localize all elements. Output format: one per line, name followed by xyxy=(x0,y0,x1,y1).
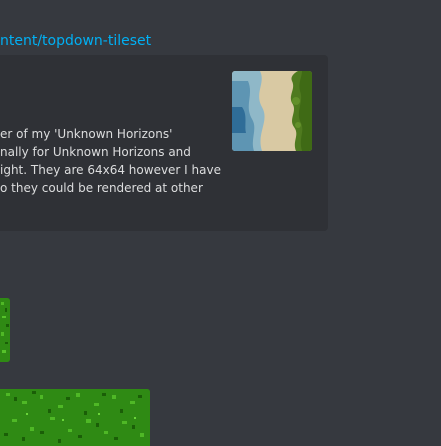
embed-description-line: nally for Unknown Horizons and xyxy=(0,145,191,159)
embed-description-line: o they could be rendered at other xyxy=(0,181,203,195)
embed-description-line: er of my 'Unknown Horizons' xyxy=(0,127,173,141)
grass-tile-image xyxy=(0,298,10,362)
grass-tile-preview xyxy=(0,298,10,362)
tileset-thumbnail-image xyxy=(232,71,312,151)
embed-description: er of my 'Unknown Horizons' nally for Un… xyxy=(0,125,228,197)
embed-description-line: ight. They are 64x64 however I have xyxy=(0,163,221,177)
embed-thumbnail[interactable] xyxy=(232,71,312,151)
grass-tile-large-image xyxy=(0,389,150,446)
tileset-link[interactable]: ntent/topdown-tileset xyxy=(0,33,151,49)
grass-tile-large-preview xyxy=(0,389,150,446)
